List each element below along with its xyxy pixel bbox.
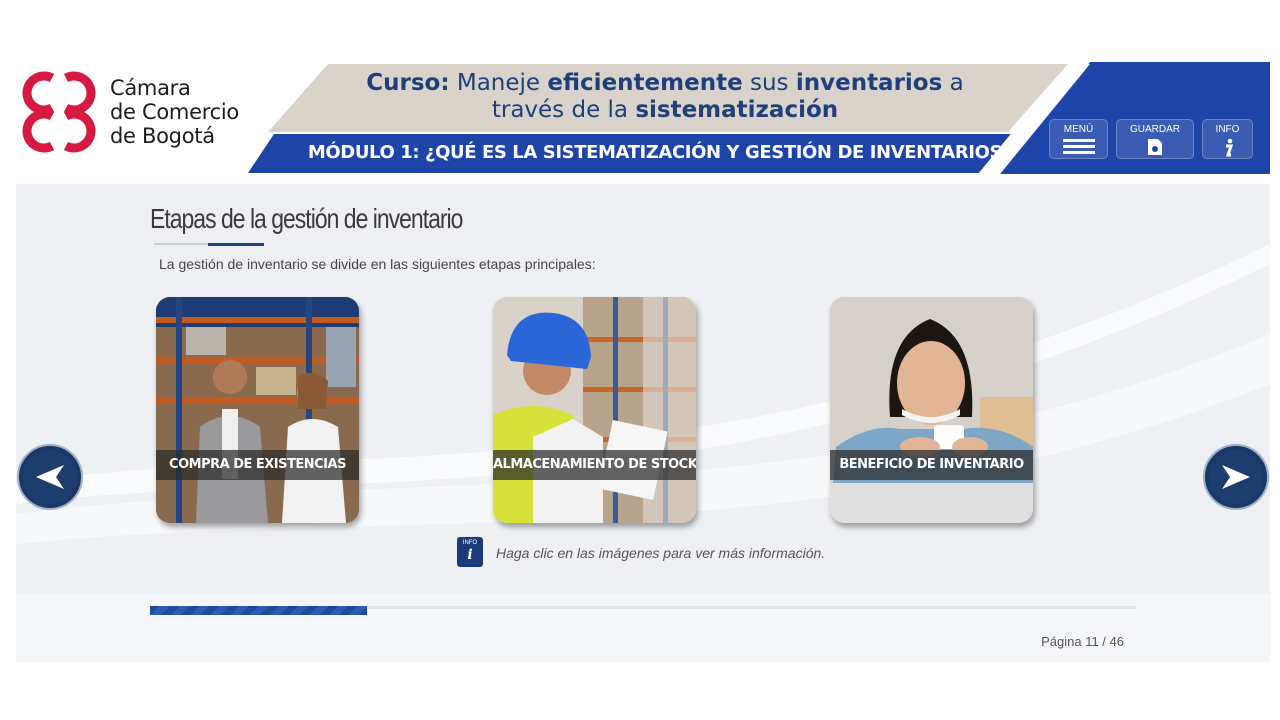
save-document-icon [1148,139,1162,155]
next-button[interactable] [1202,443,1270,511]
course-prefix: Curso: [366,70,450,96]
logo: Cámara de Comercio de Bogotá [16,70,276,154]
course-title: Curso: Maneje eficientemente sus inventa… [360,70,970,124]
hint-info-icon: INFO i [457,537,483,567]
course-title-segment: inventarios [795,70,943,96]
progress-fill [150,606,367,615]
card-almacenamiento-de-stock[interactable]: ALMACENAMIENTO DE STOCK [493,297,696,523]
module-title: MÓDULO 1: ¿QUÉ ES LA SISTEMATIZACIÓN Y G… [307,142,1013,163]
smiling-woman-image [830,297,1033,523]
course-title-segment: Maneje [449,70,548,96]
card-beneficio-de-inventario[interactable]: BENEFICIO DE INVENTARIO [830,297,1033,523]
warehouse-buyers-image [156,297,359,523]
ccb-logo-mark-icon [22,71,96,153]
course-title-segment: sistematización [635,97,839,123]
title-underline-accent [208,243,264,246]
hint-text: Haga clic en las imágenes para ver más i… [496,545,826,561]
card-compra-de-existencias[interactable]: COMPRA DE EXISTENCIAS [156,297,359,523]
menu-button-label: MENÚ [1063,124,1094,135]
info-button[interactable]: INFO [1202,119,1253,159]
course-name: Maneje eficientemente sus inventarios a … [450,70,964,123]
card-label: ALMACENAMIENTO DE STOCK [493,450,696,480]
save-button-label: GUARDAR [1129,124,1180,135]
warehouse-worker-image [493,297,696,523]
intro-text: La gestión de inventario se divide en la… [159,256,596,272]
info-button-label: INFO [1215,124,1240,135]
menu-button[interactable]: MENÚ [1049,119,1108,159]
logo-line: Cámara [110,76,191,100]
page-number: Página 11 / 46 [1041,634,1124,649]
card-label: BENEFICIO DE INVENTARIO [830,450,1033,480]
logo-line: de Bogotá [110,124,215,148]
footer-bar [16,594,1270,662]
prev-button[interactable] [16,443,84,511]
save-button[interactable]: GUARDAR [1116,119,1194,159]
card-label: COMPRA DE EXISTENCIAS [156,450,359,480]
logo-line: de Comercio [110,100,239,124]
hamburger-icon [1062,139,1095,154]
course-title-segment: eficientemente [547,70,743,96]
hint-icon-label: INFO [462,540,478,546]
course-title-segment: sus [742,70,796,96]
info-icon [1225,138,1233,157]
logo-text: Cámara de Comercio de Bogotá [110,76,239,148]
info-glyph-icon: i [467,547,473,563]
section-title: Etapas de la gestión de inventario [150,203,463,234]
